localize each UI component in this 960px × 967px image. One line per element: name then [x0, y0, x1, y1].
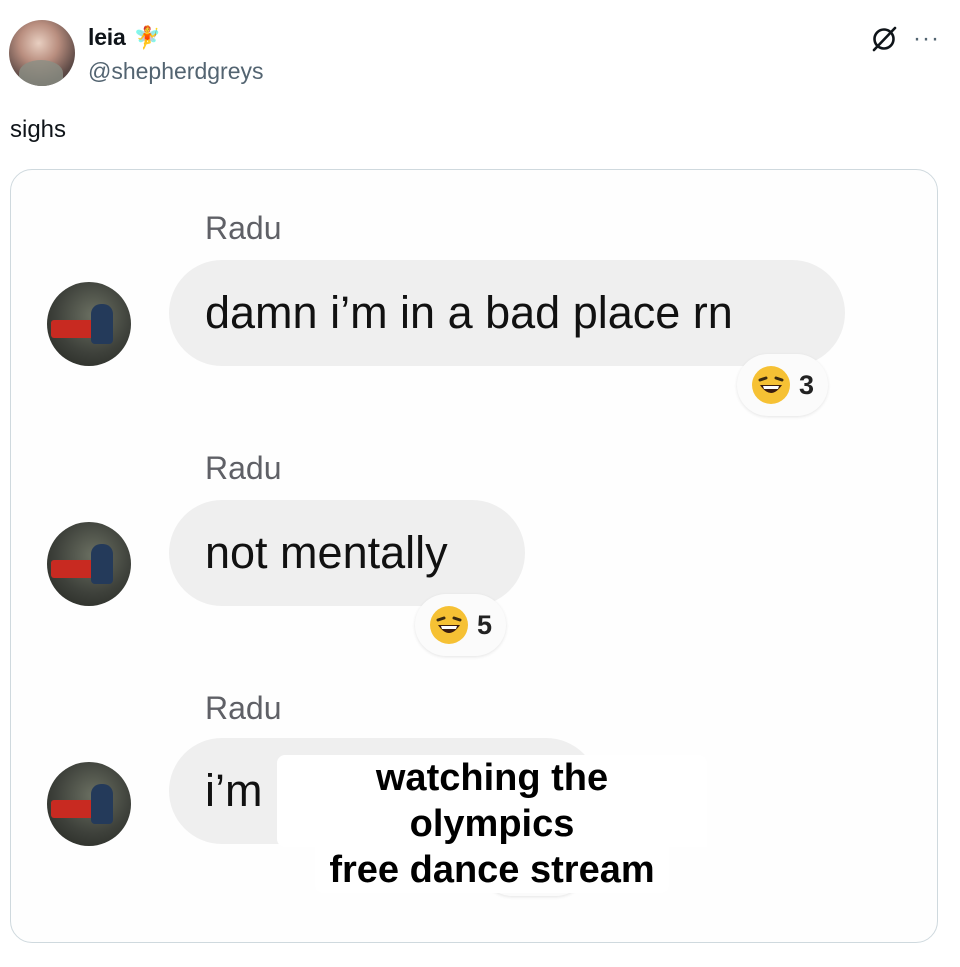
sender-name: Radu: [205, 690, 282, 726]
more-icon[interactable]: ···: [913, 27, 940, 51]
fairy-emoji-icon: 🧚: [133, 24, 161, 50]
sender-name: Radu: [205, 210, 282, 246]
reaction-badge: 5: [415, 594, 507, 656]
chat-avatar: [47, 762, 131, 846]
tweet-text: sighs: [10, 116, 67, 143]
caption-line: watching the olympics: [277, 755, 707, 847]
reaction-count: 5: [477, 609, 493, 640]
media-image[interactable]: Radu damn i’m in a bad place rn 3 Radu n…: [10, 169, 938, 943]
message-bubble: damn i’m in a bad place rn: [169, 260, 845, 366]
caption-line: free dance stream: [315, 847, 669, 893]
laughing-face-icon: [752, 366, 790, 404]
reaction-count: 3: [799, 369, 815, 400]
laughing-face-icon: [430, 606, 468, 644]
user-handle[interactable]: @shepherdgreys: [88, 58, 264, 85]
message-bubble: not mentally: [169, 500, 525, 606]
chat-avatar: [47, 282, 131, 366]
sender-name: Radu: [205, 450, 282, 486]
author-row: leia 🧚: [88, 24, 161, 51]
reaction-badge: 3: [737, 354, 829, 416]
display-name[interactable]: leia: [88, 24, 126, 51]
grok-icon[interactable]: [869, 24, 899, 54]
profile-avatar[interactable]: [9, 20, 75, 86]
caption-overlay: watching the olympics free dance stream: [277, 755, 707, 893]
post-actions: ···: [869, 24, 940, 54]
chat-avatar: [47, 522, 131, 606]
